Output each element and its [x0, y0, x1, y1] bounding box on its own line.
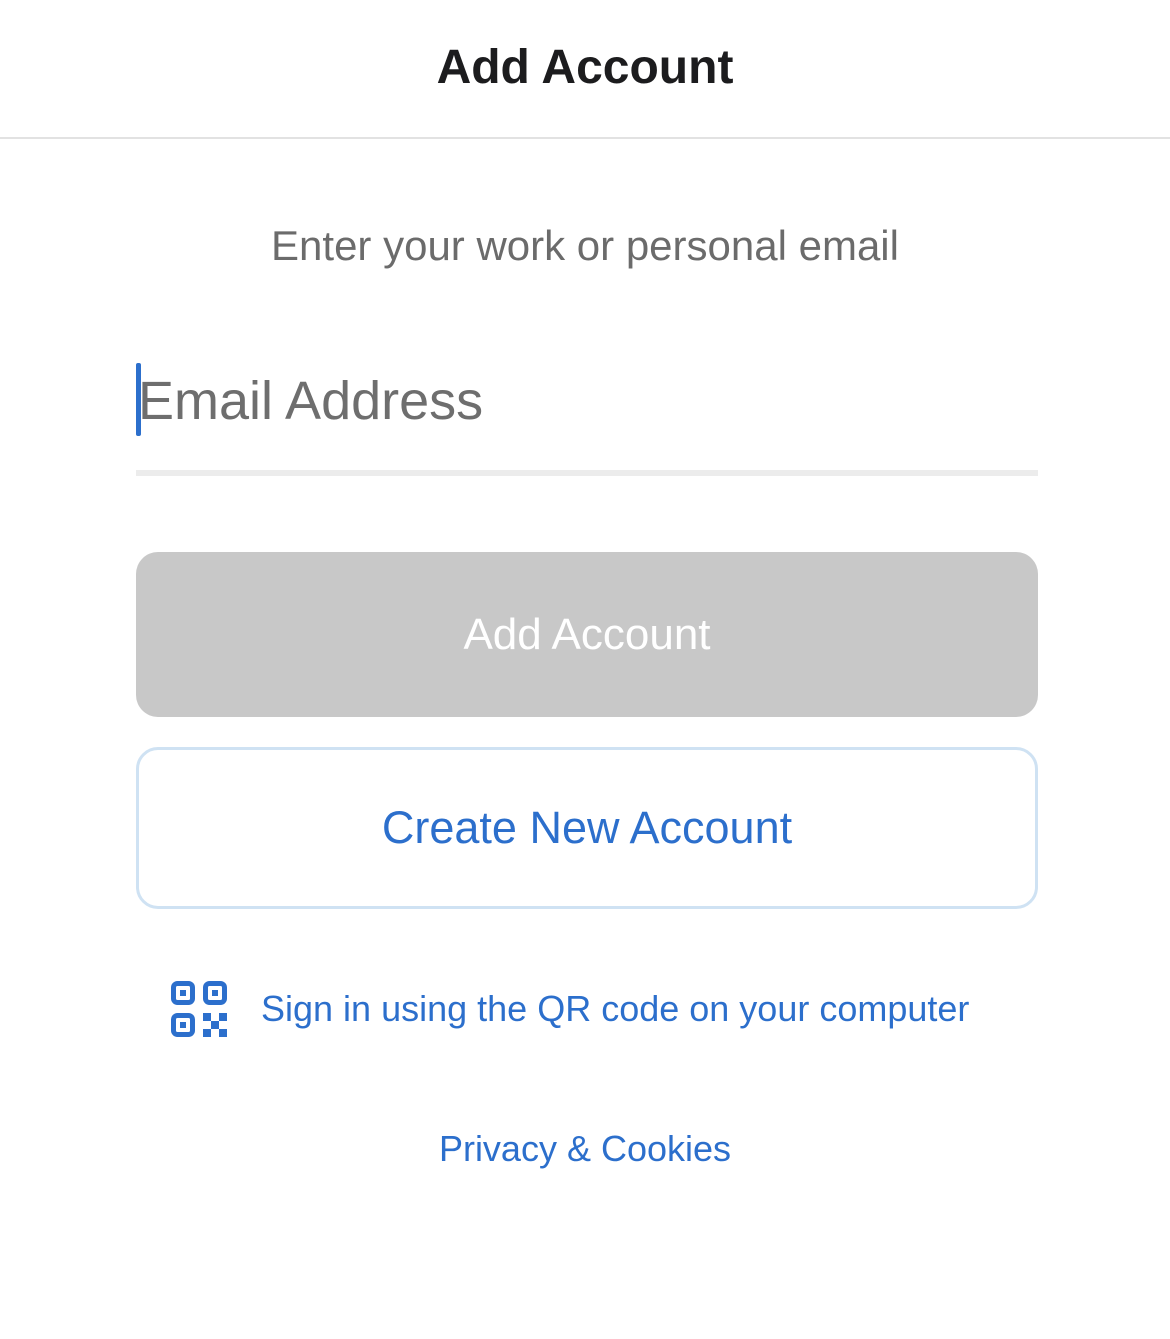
email-prompt: Enter your work or personal email	[271, 222, 899, 269]
email-underline	[136, 470, 1038, 476]
text-cursor	[136, 363, 141, 436]
qr-sign-in-link[interactable]: Sign in using the QR code on your comput…	[170, 978, 1030, 1040]
email-field[interactable]	[136, 356, 1038, 476]
privacy-cookies-link[interactable]: Privacy & Cookies	[0, 1128, 1170, 1170]
add-account-screen: Add Account Enter your work or personal …	[0, 0, 1170, 1339]
qr-code-icon	[171, 981, 227, 1037]
create-new-account-button[interactable]: Create New Account	[136, 747, 1038, 909]
page-title: Add Account	[436, 40, 734, 94]
add-account-button[interactable]: Add Account	[136, 552, 1038, 717]
email-input[interactable]	[136, 356, 1038, 446]
qr-sign-in-label: Sign in using the QR code on your comput…	[261, 988, 970, 1029]
navigation-bar: Add Account	[0, 0, 1170, 139]
